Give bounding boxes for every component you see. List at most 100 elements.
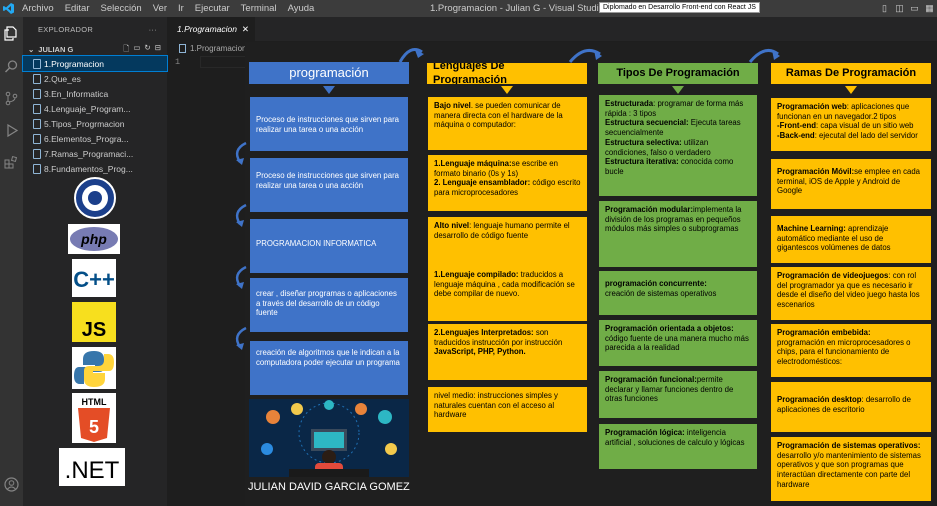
account-icon[interactable] — [4, 477, 19, 492]
file-item[interactable]: 3.En_Informatica — [23, 86, 167, 101]
header-lenguajes: Lenguajes De Programación — [427, 63, 587, 84]
file-item[interactable]: 2.Que_es — [23, 71, 167, 86]
editor-tab-bar: 1.Programacion ✕ — [167, 17, 937, 41]
card-text: : ejecutal del lado del servidor — [814, 131, 918, 141]
green-card: Programación funcional:permite declarar … — [599, 371, 757, 418]
card-title: Programación de sistemas operativos: — [777, 441, 921, 450]
file-label: 2.Que_es — [44, 73, 81, 84]
new-folder-icon[interactable]: ▭ — [133, 43, 140, 56]
svg-text:HTML: HTML — [82, 397, 107, 407]
card-title: Programación funcional: — [605, 375, 697, 384]
card-title: 1.Lenguaje máquina: — [434, 159, 512, 168]
menu-ir[interactable]: Ir — [178, 3, 184, 14]
more-actions-icon[interactable]: ··· — [149, 25, 157, 34]
menu-editar[interactable]: Editar — [65, 3, 90, 14]
menu-ejecutar[interactable]: Ejecutar — [195, 3, 230, 14]
card-title: Alto nivel — [434, 221, 470, 230]
explorer-header: EXPLORADOR ··· — [23, 17, 167, 42]
card-title: 2.Lenguajes Interpretados: — [434, 328, 534, 337]
layout-custom-icon[interactable]: ▦ — [922, 3, 937, 14]
file-label: 5.Tipos_Progrmacion — [44, 118, 125, 129]
card-title: -Back-end — [777, 131, 815, 141]
author-name: JULIAN DAVID GARCIA GOMEZ — [248, 481, 410, 493]
down-arrow-icon — [323, 86, 335, 94]
menu-terminal[interactable]: Terminal — [241, 3, 277, 14]
card-title: Programación Móvil: — [777, 167, 855, 176]
window-controls: ▯ ◫ ▭ ▦ — [877, 0, 937, 17]
file-item[interactable]: 7.Ramas_Programaci... — [23, 146, 167, 161]
collapse-icon[interactable]: ⊟ — [155, 43, 161, 56]
card-title: Programación web — [777, 102, 847, 111]
ramas-card: Programación Móvil:se emplee en cada ter… — [771, 159, 931, 209]
chevron-down-icon: ⌄ — [28, 44, 35, 54]
green-card: Programación orientada a objetos: código … — [599, 320, 757, 366]
file-label: 1.Programacion — [44, 58, 105, 69]
card-title: Estructura secuencial: — [605, 118, 689, 128]
extensions-icon[interactable] — [4, 155, 19, 170]
close-icon[interactable]: ✕ — [242, 24, 249, 35]
yellow-card: Alto nivel: lenguaje humano permite el d… — [428, 217, 587, 267]
card-title: 1.Lenguaje compilado: — [434, 270, 519, 279]
menu-ayuda[interactable]: Ayuda — [288, 3, 315, 14]
current-line-highlight — [200, 56, 250, 68]
blue-card: Proceso de instrucciones que sirven para… — [250, 158, 408, 212]
file-icon — [33, 118, 41, 129]
menu-seleccion[interactable]: Selección — [101, 3, 142, 14]
source-control-icon[interactable] — [4, 91, 19, 106]
green-card: Programación modular:implementa la divis… — [599, 201, 757, 267]
search-icon[interactable] — [4, 59, 19, 74]
file-icon — [33, 88, 41, 99]
card-text: código fuente de una manera mucho más pa… — [605, 333, 749, 353]
explorer-title: EXPLORADOR — [38, 25, 94, 34]
layout-split-icon[interactable]: ◫ — [892, 3, 907, 14]
file-item[interactable]: 4.Lenguaje_Program... — [23, 101, 167, 116]
file-item[interactable]: 8.Fundamentos_Prog... — [23, 161, 167, 176]
vscode-logo-icon — [0, 0, 16, 17]
refresh-icon[interactable]: ↻ — [144, 43, 150, 56]
svg-text:5: 5 — [89, 417, 99, 437]
svg-text:.NET: .NET — [65, 457, 120, 484]
card-text: programación en microprocesadores o chip… — [777, 337, 911, 367]
svg-text:php: php — [80, 231, 107, 247]
side-connectors — [235, 141, 247, 350]
menu-archivo[interactable]: Archivo — [22, 3, 54, 14]
breadcrumb[interactable]: 1.Programacion — [167, 41, 246, 55]
run-debug-icon[interactable] — [4, 123, 19, 138]
folder-actions: 🗋 ▭ ↻ ⊟ — [123, 43, 161, 56]
down-arrow-icon — [501, 86, 513, 94]
file-item[interactable]: 5.Tipos_Progrmacion — [23, 116, 167, 131]
card-title: programación concurrente: — [605, 279, 707, 288]
programmer-illustration — [249, 399, 409, 477]
card-title: Programación de videojuegos — [777, 271, 889, 280]
yellow-card: nivel medio: instrucciones simples y nat… — [428, 387, 587, 432]
file-icon — [33, 58, 41, 69]
card-title: -Front-end — [777, 121, 816, 131]
file-item[interactable]: 1.Programacion — [22, 55, 168, 72]
file-label: 6.Elementos_Progra... — [44, 133, 129, 144]
html5-logo: HTML 5 — [72, 393, 116, 443]
card-title: Programación embebida: — [777, 328, 871, 337]
file-item[interactable]: 6.Elementos_Progra... — [23, 131, 167, 146]
file-icon — [33, 148, 41, 159]
blue-card: PROGRAMACION INFORMATICA — [250, 219, 408, 273]
card-title: Programación modular: — [605, 205, 693, 214]
new-file-icon[interactable]: 🗋 — [123, 43, 129, 56]
layout-icon[interactable]: ▯ — [877, 3, 892, 14]
ramas-card: Machine Learning: aprendizaje automático… — [771, 216, 931, 263]
explorer-icon[interactable] — [4, 26, 19, 41]
menu-ver[interactable]: Ver — [153, 3, 167, 14]
tab-label: 1.Programacion — [177, 24, 238, 34]
line-number: 1 — [175, 57, 181, 67]
yellow-card: Bajo nivel. se pueden comunicar de maner… — [428, 97, 587, 150]
python-logo-icon — [72, 347, 116, 389]
svg-text:C++: C++ — [73, 267, 115, 292]
file-icon — [33, 103, 41, 114]
card-text: desarrollo y/o mantenimiento de sistemas… — [777, 450, 921, 489]
file-label: 3.En_Informatica — [44, 88, 109, 99]
svg-text:JS: JS — [82, 319, 106, 341]
tab-programacion[interactable]: 1.Programacion ✕ — [167, 17, 255, 41]
card-text: creación de sistemas operativos — [605, 288, 717, 298]
yellow-card: 1.Lenguaje máquina:se escribe en formato… — [428, 155, 587, 211]
layout-panel-icon[interactable]: ▭ — [907, 3, 922, 14]
folder-row[interactable]: ⌄ JULIAN G 🗋 ▭ ↻ ⊟ — [23, 42, 167, 56]
